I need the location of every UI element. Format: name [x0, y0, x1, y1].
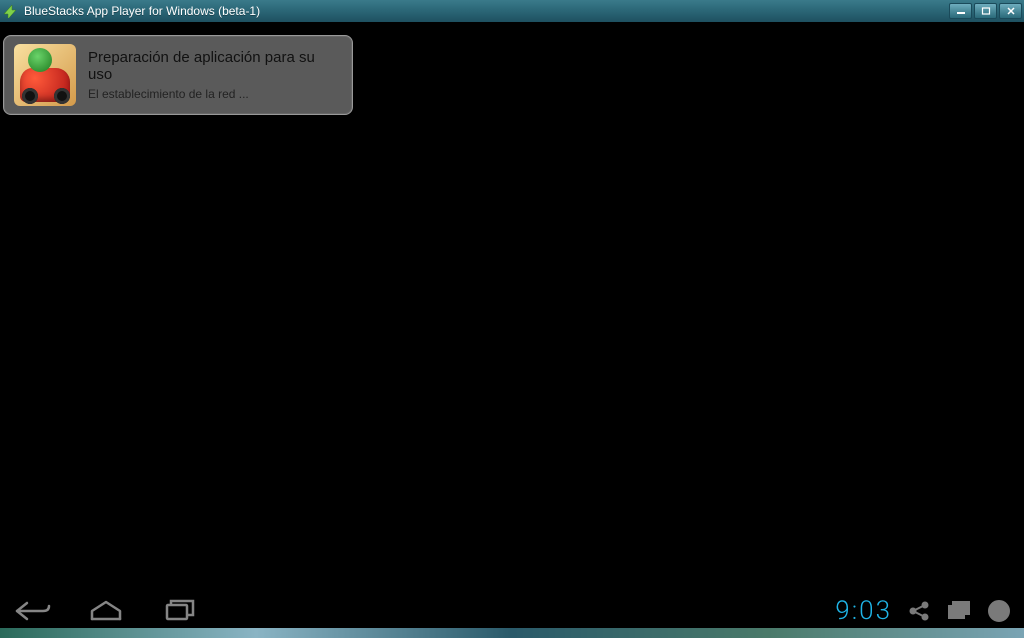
- back-button[interactable]: [12, 597, 52, 625]
- share-icon[interactable]: [906, 598, 932, 624]
- app-thumbnail-icon: [14, 44, 76, 106]
- fullscreen-icon[interactable]: [946, 598, 972, 624]
- app-icon: [4, 4, 18, 18]
- app-content: Preparación de aplicación para su uso El…: [0, 22, 1024, 593]
- close-circle-icon[interactable]: [986, 598, 1012, 624]
- window-controls: [949, 3, 1022, 19]
- notification-subtitle: El establecimiento de la red ...: [88, 87, 342, 101]
- notification-title: Preparación de aplicación para su uso: [88, 49, 342, 83]
- window-title: BlueStacks App Player for Windows (beta-…: [24, 4, 949, 18]
- android-navbar: 9:03: [0, 593, 1024, 628]
- status-clock: 9:03: [835, 596, 892, 626]
- nav-left: [12, 597, 200, 625]
- home-button[interactable]: [86, 597, 126, 625]
- loading-notification: Preparación de aplicación para su uso El…: [3, 35, 353, 115]
- minimize-button[interactable]: [949, 3, 972, 19]
- window-titlebar: BlueStacks App Player for Windows (beta-…: [0, 0, 1024, 22]
- recent-apps-button[interactable]: [160, 597, 200, 625]
- nav-right: 9:03: [835, 596, 1012, 626]
- maximize-button[interactable]: [974, 3, 997, 19]
- close-button[interactable]: [999, 3, 1022, 19]
- notification-text: Preparación de aplicación para su uso El…: [88, 49, 342, 101]
- desktop-sliver: [0, 628, 1024, 638]
